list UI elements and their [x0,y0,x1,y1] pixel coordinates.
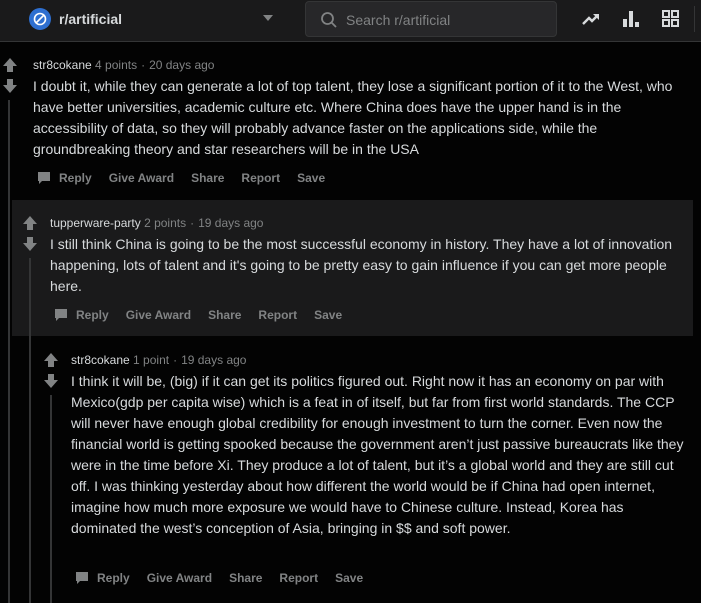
community-icon [29,8,51,30]
search-input[interactable] [346,10,546,30]
thread-line[interactable] [29,258,31,603]
comment-meta: str8cokane 1 point · 19 days ago [71,353,247,367]
give-award-button[interactable]: Give Award [126,308,191,322]
comment-author[interactable]: tupperware-party [50,216,141,230]
save-button[interactable]: Save [335,571,363,585]
report-button[interactable]: Report [241,171,280,185]
upvote-icon[interactable] [22,215,38,231]
comment-score: 2 points [144,216,187,230]
downvote-icon[interactable] [43,373,59,389]
search-box[interactable] [305,1,557,37]
comment-meta: str8cokane 4 points · 20 days ago [33,58,215,72]
coins-icon[interactable] [661,9,681,29]
upvote-icon[interactable] [43,352,59,368]
trending-icon[interactable] [581,9,601,29]
comment-age[interactable]: 19 days ago [181,353,246,367]
community-name: r/artificial [59,11,123,27]
comment-icon [55,309,67,321]
comment-actions: Reply Give Award Share Report Save [37,171,342,185]
reply-label: Reply [59,171,92,185]
thread-line[interactable] [8,100,10,603]
reply-button[interactable]: Reply [54,308,109,322]
save-button[interactable]: Save [314,308,342,322]
comment-author[interactable]: str8cokane [33,58,92,72]
comment-score: 1 point [133,353,170,367]
comment-age[interactable]: 19 days ago [198,216,263,230]
reply-label: Reply [97,571,130,585]
share-button[interactable]: Share [229,571,262,585]
give-award-button[interactable]: Give Award [109,171,174,185]
thread-line[interactable] [50,395,52,603]
downvote-icon[interactable] [2,78,18,94]
share-button[interactable]: Share [208,308,241,322]
comment-body: I still think China is going to be the m… [50,236,673,294]
top-header: r/artificial [0,0,701,42]
search-icon [321,12,337,28]
leaderboard-icon[interactable] [621,9,641,29]
comment-age[interactable]: 20 days ago [149,58,214,72]
report-button[interactable]: Report [258,308,297,322]
comment-author[interactable]: str8cokane [71,353,130,367]
comment-body: I doubt it, while they can generate a lo… [33,78,673,157]
downvote-icon[interactable] [22,236,38,252]
share-button[interactable]: Share [191,171,224,185]
reply-button[interactable]: Reply [37,171,92,185]
chevron-down-icon[interactable] [263,15,273,21]
comment-body: I think it will be, (big) if it can get … [71,373,684,536]
comment-actions: Reply Give Award Share Report Save [75,571,380,585]
community-selector[interactable]: r/artificial [29,8,122,30]
comment-meta: tupperware-party 2 points · 19 days ago [50,216,264,230]
comment-icon [76,572,88,584]
upvote-icon[interactable] [2,57,18,73]
comment-score: 4 points [95,58,138,72]
reply-button[interactable]: Reply [75,571,130,585]
comment-icon [38,172,50,184]
report-button[interactable]: Report [279,571,318,585]
comment-actions: Reply Give Award Share Report Save [54,308,359,322]
give-award-button[interactable]: Give Award [147,571,212,585]
reply-label: Reply [76,308,109,322]
save-button[interactable]: Save [297,171,325,185]
header-divider [694,6,695,32]
